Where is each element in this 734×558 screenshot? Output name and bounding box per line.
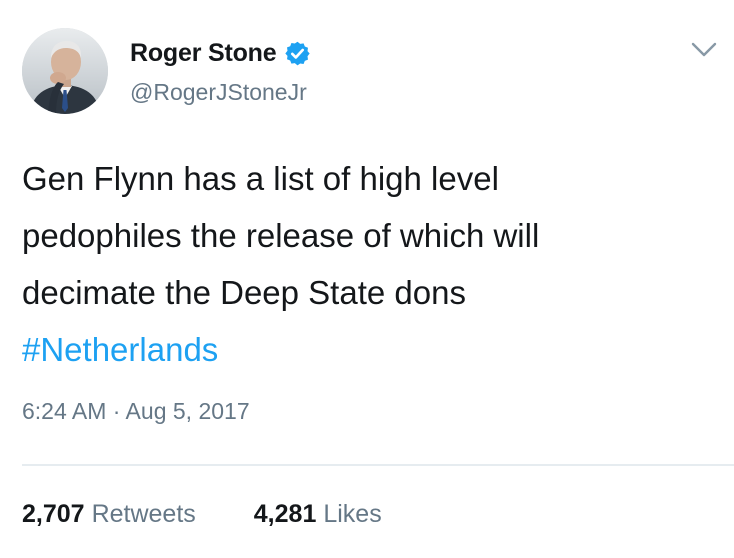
tweet-timestamp[interactable]: 6:24 AM · Aug 5, 2017: [22, 398, 250, 425]
tweet-text-line: decimate the Deep State dons: [22, 274, 466, 311]
tweet-card: Roger Stone @RogerJStoneJr Gen Flynn has…: [0, 0, 734, 558]
likes-count: 4,281: [253, 500, 317, 528]
retweets-stat[interactable]: 2,707 Retweets: [22, 500, 196, 529]
tweet-stats: 2,707 Retweets 4,281 Likes: [22, 500, 440, 529]
verified-badge-icon: [284, 40, 311, 67]
likes-label: Likes: [323, 500, 382, 528]
display-name[interactable]: Roger Stone: [130, 39, 277, 68]
likes-stat[interactable]: 4,281 Likes: [254, 500, 382, 529]
hashtag-link[interactable]: #Netherlands: [22, 321, 712, 378]
retweets-label: Retweets: [91, 500, 196, 528]
tweet-text-line: pedophiles the release of which will: [22, 217, 540, 254]
chevron-down-icon[interactable]: [690, 40, 718, 60]
author-handle[interactable]: @RogerJStoneJr: [130, 79, 307, 106]
tweet-text-line: Gen Flynn has a list of high level: [22, 160, 499, 197]
author-name-row[interactable]: Roger Stone: [130, 36, 311, 70]
retweets-count: 2,707: [22, 500, 85, 528]
avatar[interactable]: [22, 28, 108, 114]
tweet-text: Gen Flynn has a list of high level pedop…: [22, 150, 712, 378]
divider: [22, 464, 734, 466]
